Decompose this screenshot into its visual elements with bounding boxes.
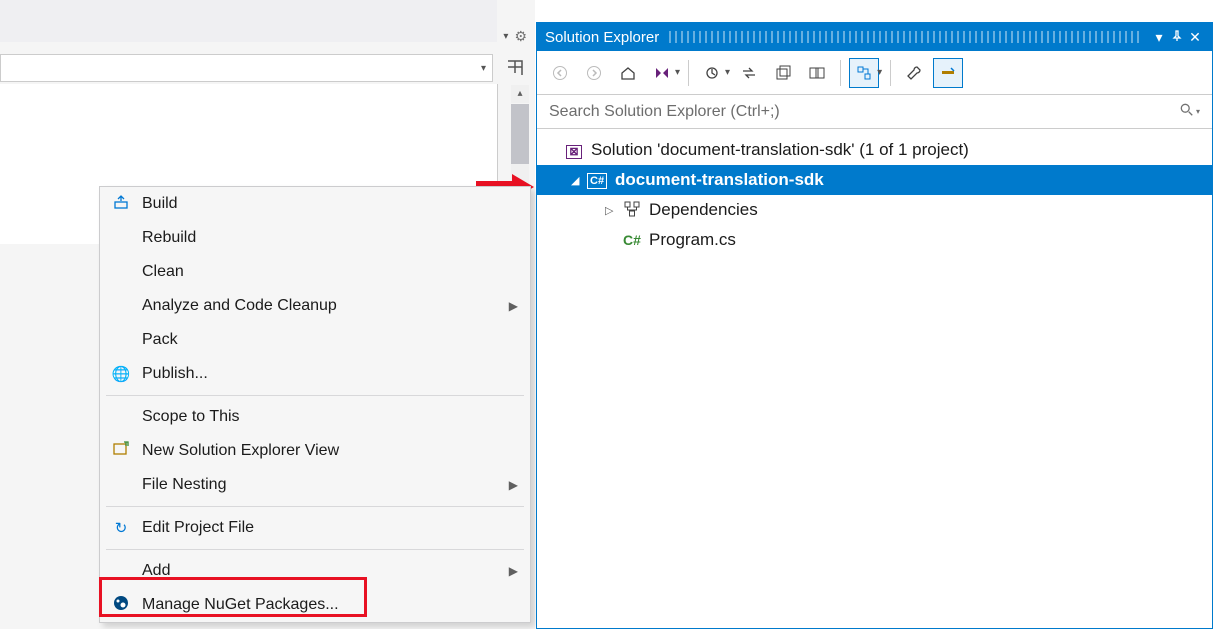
menu-pack[interactable]: Pack <box>100 323 530 357</box>
menu-label: Publish... <box>142 365 208 383</box>
menu-label: Analyze and Code Cleanup <box>142 297 337 315</box>
csharp-project-icon: C# <box>587 171 609 189</box>
scrollbar-thumb[interactable] <box>511 104 529 164</box>
back-button[interactable] <box>545 58 575 88</box>
edit-icon: ↻ <box>110 519 132 537</box>
file-label: Program.cs <box>649 230 736 250</box>
pending-changes-filter-button[interactable] <box>697 58 727 88</box>
menu-separator <box>106 549 524 550</box>
solution-explorer-panel: Solution Explorer ▾ ✕ ▾ ▾ <box>536 22 1213 629</box>
dependencies-node[interactable]: ▷ Dependencies <box>537 195 1212 225</box>
forward-button[interactable] <box>579 58 609 88</box>
search-box[interactable]: Search Solution Explorer (Ctrl+;) ▾ <box>537 95 1212 129</box>
collapse-all-button[interactable] <box>768 58 798 88</box>
menu-label: Rebuild <box>142 229 196 247</box>
menu-label: Add <box>142 562 170 580</box>
solution-node[interactable]: ⊠ Solution 'document-translation-sdk' (1… <box>537 135 1212 165</box>
search-options-arrow-icon[interactable]: ▾ <box>1196 107 1200 116</box>
dropdown-arrow-icon[interactable]: ▾ <box>481 63 486 74</box>
csharp-file-icon: C# <box>621 232 643 248</box>
menu-label: Manage NuGet Packages... <box>142 596 339 614</box>
menu-clean[interactable]: Clean <box>100 255 530 289</box>
dropdown-arrow-icon[interactable]: ▾ <box>503 31 508 42</box>
track-active-button[interactable] <box>849 58 879 88</box>
scroll-up-icon[interactable]: ▴ <box>511 85 529 103</box>
switch-views-button[interactable] <box>647 58 677 88</box>
nuget-icon <box>110 595 132 615</box>
editor-top-strip <box>0 0 497 42</box>
menu-manage-nuget[interactable]: Manage NuGet Packages... <box>100 588 530 622</box>
menu-label: Build <box>142 195 178 213</box>
menu-build[interactable]: Build <box>100 187 530 221</box>
toolbar-separator <box>688 60 689 86</box>
dropdown-arrow-icon[interactable]: ▾ <box>1150 29 1168 46</box>
menu-publish[interactable]: 🌐 Publish... <box>100 357 530 391</box>
sync-button[interactable] <box>734 58 764 88</box>
expander-open-icon[interactable]: ◢ <box>571 174 587 187</box>
dependencies-icon <box>621 201 643 220</box>
menu-separator <box>106 395 524 396</box>
solution-icon: ⊠ <box>563 142 585 158</box>
menu-edit-project[interactable]: ↻ Edit Project File <box>100 511 530 545</box>
split-window-icon[interactable] <box>501 54 529 82</box>
menu-add[interactable]: Add ▶ <box>100 554 530 588</box>
panel-toolbar: ▾ ▾ ▾ <box>537 51 1212 95</box>
expander-closed-icon[interactable]: ▷ <box>605 204 621 217</box>
toolbar-separator <box>840 60 841 86</box>
project-label: document-translation-sdk <box>615 170 824 190</box>
menu-label: New Solution Explorer View <box>142 442 339 460</box>
panel-title-text: Solution Explorer <box>545 29 659 46</box>
file-node-program[interactable]: C# Program.cs <box>537 225 1212 255</box>
menu-label: Scope to This <box>142 408 240 426</box>
titlebar-grip <box>669 31 1140 43</box>
project-context-menu: Build Rebuild Clean Analyze and Code Cle… <box>99 186 531 623</box>
build-icon <box>110 194 132 214</box>
menu-label: Pack <box>142 331 178 349</box>
menu-label: Clean <box>142 263 184 281</box>
editor-config-row: ▾ ⚙ <box>503 28 527 45</box>
globe-icon: 🌐 <box>110 365 132 383</box>
properties-button[interactable] <box>899 58 929 88</box>
search-icon[interactable] <box>1180 103 1194 121</box>
pin-icon[interactable] <box>1168 29 1186 45</box>
toolbar-separator <box>890 60 891 86</box>
menu-scope[interactable]: Scope to This <box>100 400 530 434</box>
panel-titlebar[interactable]: Solution Explorer ▾ ✕ <box>537 23 1212 51</box>
menu-new-view[interactable]: New Solution Explorer View <box>100 434 530 468</box>
show-all-files-button[interactable] <box>802 58 832 88</box>
menu-label: Edit Project File <box>142 519 254 537</box>
dependencies-label: Dependencies <box>649 200 758 220</box>
menu-label: File Nesting <box>142 476 226 494</box>
menu-separator <box>106 506 524 507</box>
submenu-arrow-icon: ▶ <box>509 564 518 578</box>
dropdown-arrow-icon[interactable]: ▾ <box>675 67 680 78</box>
solution-label: Solution 'document-translation-sdk' (1 o… <box>591 140 969 160</box>
menu-analyze[interactable]: Analyze and Code Cleanup ▶ <box>100 289 530 323</box>
dropdown-arrow-icon[interactable]: ▾ <box>877 67 882 78</box>
menu-file-nesting[interactable]: File Nesting ▶ <box>100 468 530 502</box>
gear-icon[interactable]: ⚙ <box>514 28 527 45</box>
project-node[interactable]: ◢ C# document-translation-sdk <box>537 165 1212 195</box>
menu-rebuild[interactable]: Rebuild <box>100 221 530 255</box>
solution-tree: ⊠ Solution 'document-translation-sdk' (1… <box>537 129 1212 261</box>
preview-button[interactable] <box>933 58 963 88</box>
search-placeholder: Search Solution Explorer (Ctrl+;) <box>549 103 780 121</box>
submenu-arrow-icon: ▶ <box>509 299 518 313</box>
dropdown-arrow-icon[interactable]: ▾ <box>725 67 730 78</box>
submenu-arrow-icon: ▶ <box>509 478 518 492</box>
close-icon[interactable]: ✕ <box>1186 29 1204 46</box>
home-button[interactable] <box>613 58 643 88</box>
editor-nav-bar[interactable]: ▾ <box>0 54 493 82</box>
new-view-icon <box>110 441 132 461</box>
